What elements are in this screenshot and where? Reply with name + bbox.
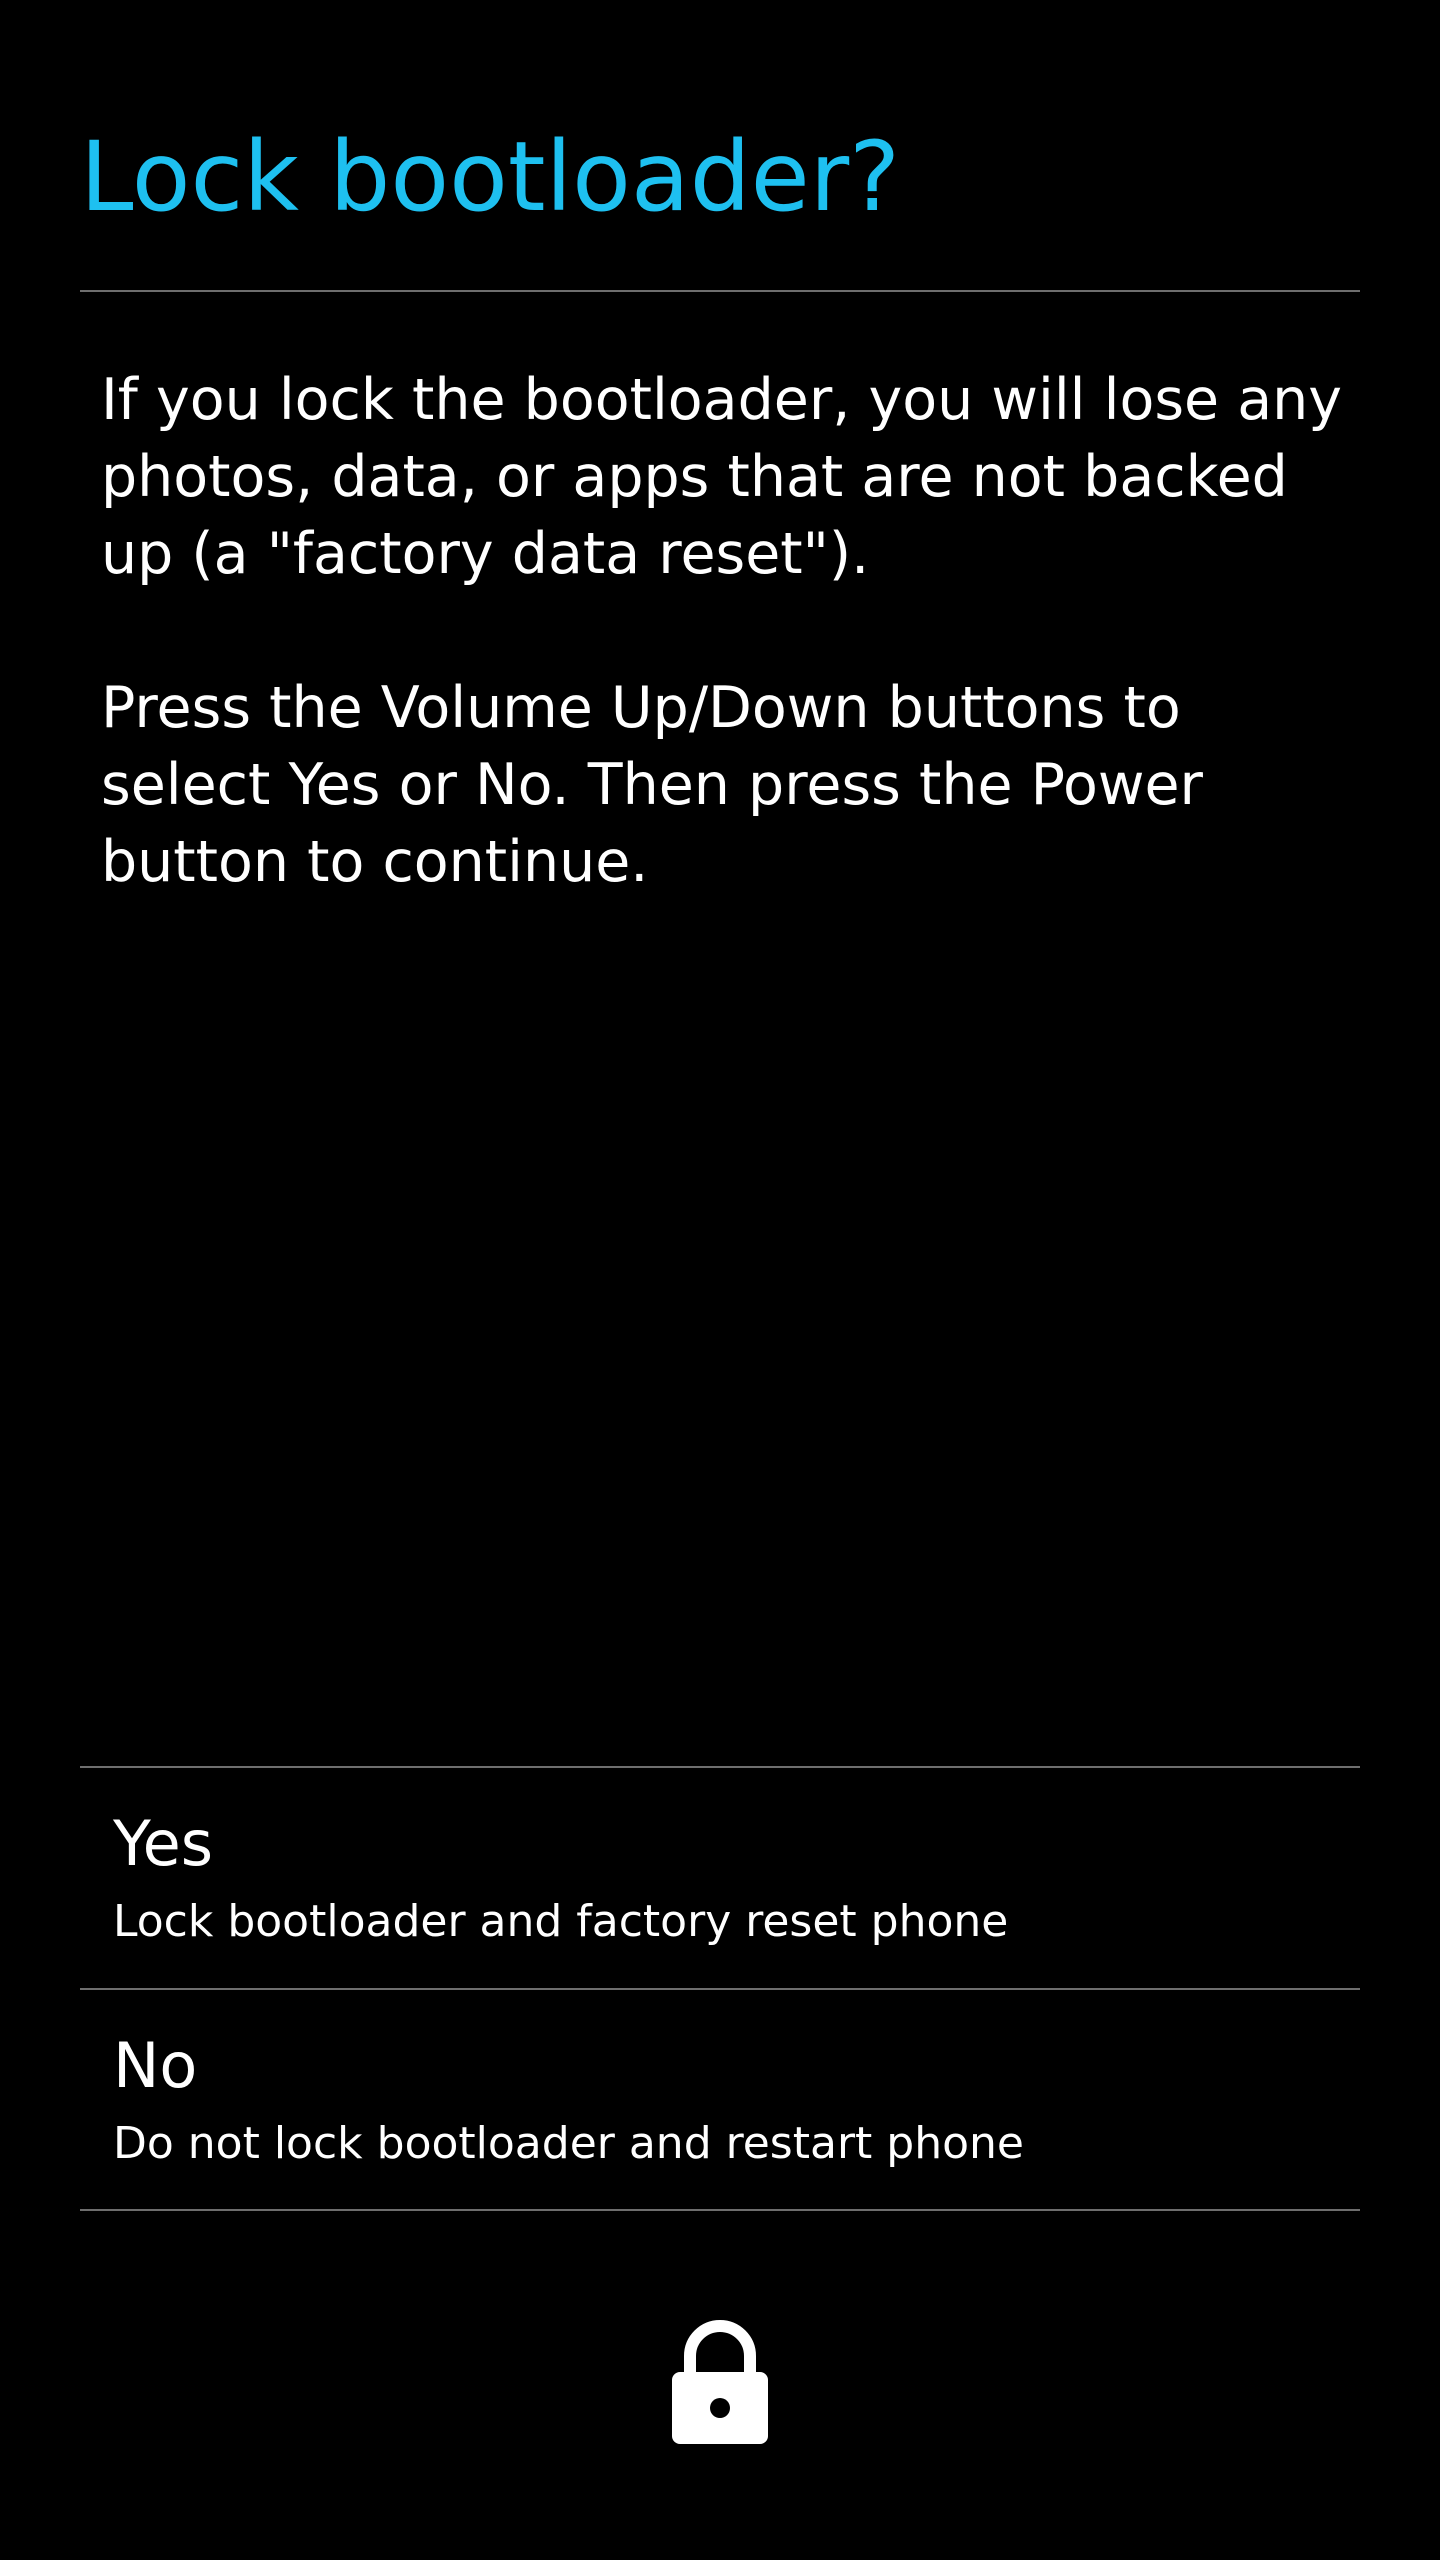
warning-paragraph: If you lock the bootloader, you will los… [101,367,1343,587]
option-no-label: No [113,2029,198,2102]
page-title: Lock bootloader? [80,121,901,233]
option-yes[interactable]: Yes Lock bootloader and factory reset ph… [80,1768,1360,1988]
option-yes-label: Yes [113,1807,214,1880]
lock-icon [672,2316,768,2444]
instruction-paragraph: Press the Volume Up/Down buttons to sele… [101,675,1203,895]
option-no-description: Do not lock bootloader and restart phone [113,2118,1024,2169]
options-divider-bottom [80,2209,1360,2211]
option-yes-description: Lock bootloader and factory reset phone [113,1896,1009,1947]
title-divider [80,290,1360,292]
option-no[interactable]: No Do not lock bootloader and restart ph… [80,1990,1360,2210]
